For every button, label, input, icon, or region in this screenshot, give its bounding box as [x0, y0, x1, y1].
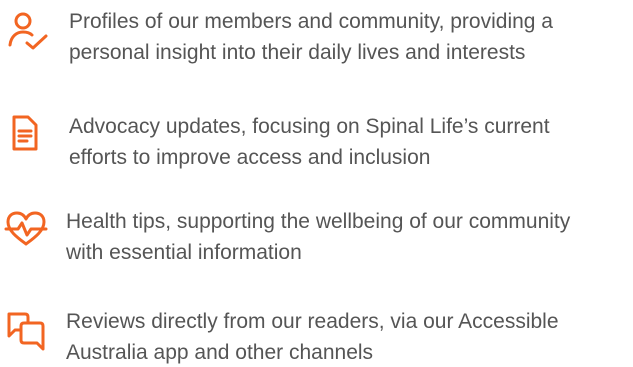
feature-text-advocacy: Advocacy updates, focusing on Spinal Lif… [69, 111, 550, 173]
feature-text-line: Australia app and other channels [66, 341, 374, 364]
person-check-icon [6, 12, 50, 52]
feature-text-line: with essential information [66, 241, 302, 264]
feature-text-line: efforts to improve access and inclusion [69, 146, 431, 169]
feature-text-line: Reviews directly from our readers, via o… [66, 310, 559, 333]
feature-text-line: Health tips, supporting the wellbeing of… [66, 210, 571, 233]
feature-text-line: Advocacy updates, focusing on Spinal Lif… [69, 115, 550, 138]
feature-text-profiles: Profiles of our members and community, p… [69, 6, 553, 68]
feature-text-line: personal insight into their daily lives … [69, 41, 526, 64]
document-icon [12, 115, 38, 151]
heart-pulse-icon [4, 210, 48, 248]
feature-text-reviews: Reviews directly from our readers, via o… [66, 306, 559, 367]
speech-bubbles-icon [4, 311, 48, 355]
feature-list: Profiles of our members and community, p… [0, 0, 633, 367]
feature-text-line: Profiles of our members and community, p… [69, 10, 553, 33]
feature-text-health: Health tips, supporting the wellbeing of… [66, 206, 570, 268]
